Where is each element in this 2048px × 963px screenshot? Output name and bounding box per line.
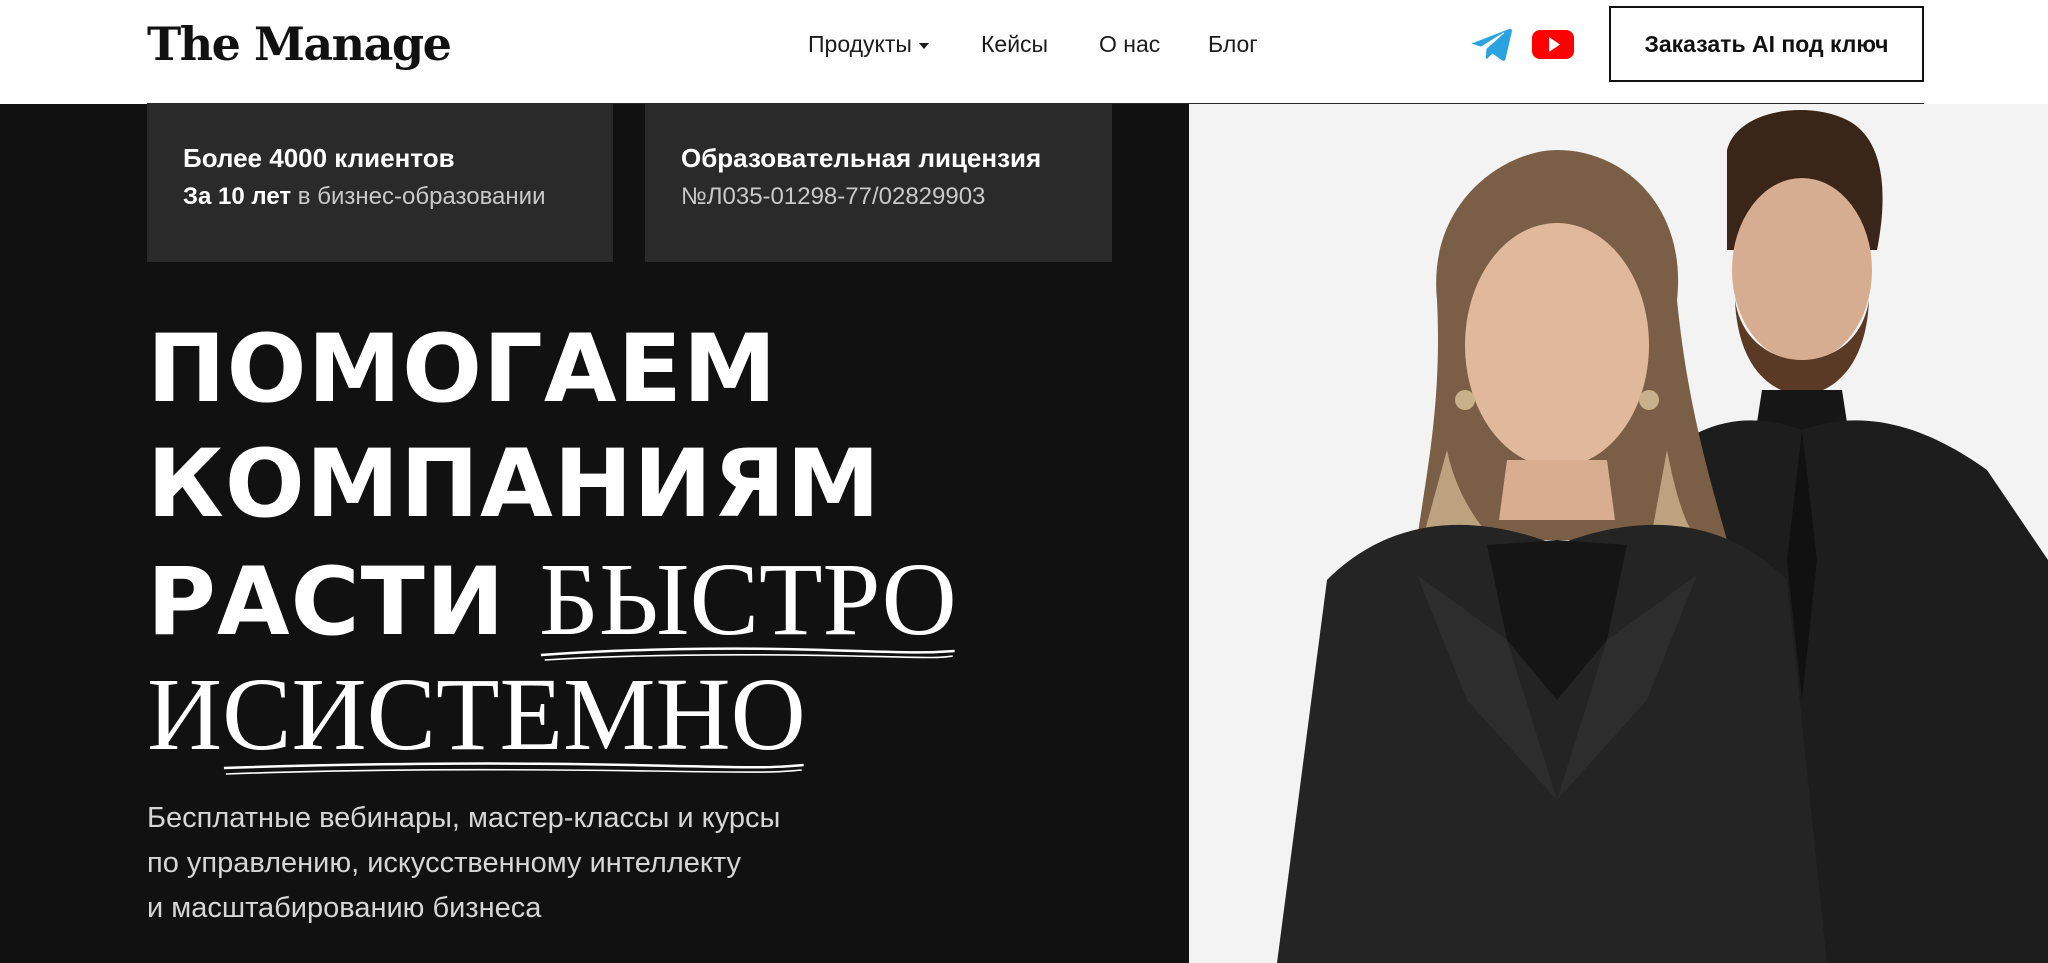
headline-word-bystro: БЫСТРО	[539, 542, 957, 661]
stat-sub-rest: в бизнес-образовании	[291, 183, 546, 210]
nav-item-cases[interactable]: Кейсы	[981, 26, 1048, 62]
description-line: по управлению, искусственному интеллекту	[147, 847, 742, 879]
headline-word-rasti: РАСТИ	[147, 548, 540, 657]
nav-item-about[interactable]: О нас	[1099, 26, 1160, 62]
hero-photo	[1189, 104, 2048, 963]
stat-subtitle: За 10 лет в бизнес-образовании	[183, 176, 613, 218]
order-ai-button[interactable]: Заказать AI под ключ	[1609, 6, 1924, 82]
stat-card-clients: Более 4000 клиентов За 10 лет в бизнес-о…	[147, 104, 613, 262]
youtube-icon[interactable]	[1531, 24, 1575, 64]
scribble-underline	[224, 762, 804, 775]
stat-title: Образовательная лицензия	[681, 143, 1042, 173]
headline-line-2: КОМПАНИЯМ	[147, 430, 881, 539]
description-line: и масштабированию бизнеса	[147, 892, 542, 924]
stat-card-license: Образовательная лицензия №Л035-01298-77/…	[645, 104, 1112, 262]
hero-description: Бесплатные вебинары, мастер-классы и кур…	[147, 796, 927, 931]
stat-sub-bold: За 10 лет	[183, 183, 292, 210]
nav-item-blog[interactable]: Блог	[1208, 26, 1258, 62]
caret-down-icon	[918, 43, 929, 49]
headline-word-i: И	[147, 657, 223, 772]
telegram-icon[interactable]	[1470, 24, 1514, 64]
headline-line-1: ПОМОГАЕМ	[147, 315, 778, 424]
headline-word-bystro-text: БЫСТРО	[539, 542, 957, 657]
site-header: The Manage Продукты Кейсы О нас Блог Зак…	[0, 0, 2048, 104]
headline-line-3: РАСТИ БЫСТРО	[147, 542, 1147, 661]
stat-title: Более 4000 клиентов	[183, 143, 455, 173]
headline-word-sistemno-text: СИСТЕМНО	[222, 657, 806, 772]
founders-photo	[1277, 110, 2048, 963]
description-line: Бесплатные вебинары, мастер-классы и кур…	[147, 802, 781, 834]
nav-label-products: Продукты	[808, 31, 912, 57]
headline-word-sistemno: СИСТЕМНО	[222, 657, 806, 775]
hero-headline: ПОМОГАЕМ КОМПАНИЯМ РАСТИ БЫСТРО И СИСТЕМ…	[147, 312, 1147, 775]
nav-item-products[interactable]: Продукты	[808, 26, 929, 62]
headline-line-4: И СИСТЕМНО	[147, 657, 1147, 775]
hero-section: Более 4000 клиентов За 10 лет в бизнес-о…	[0, 104, 1189, 963]
stat-subtitle: №Л035-01298-77/02829903	[681, 176, 1112, 218]
license-number: №Л035-01298-77/02829903	[681, 183, 986, 210]
